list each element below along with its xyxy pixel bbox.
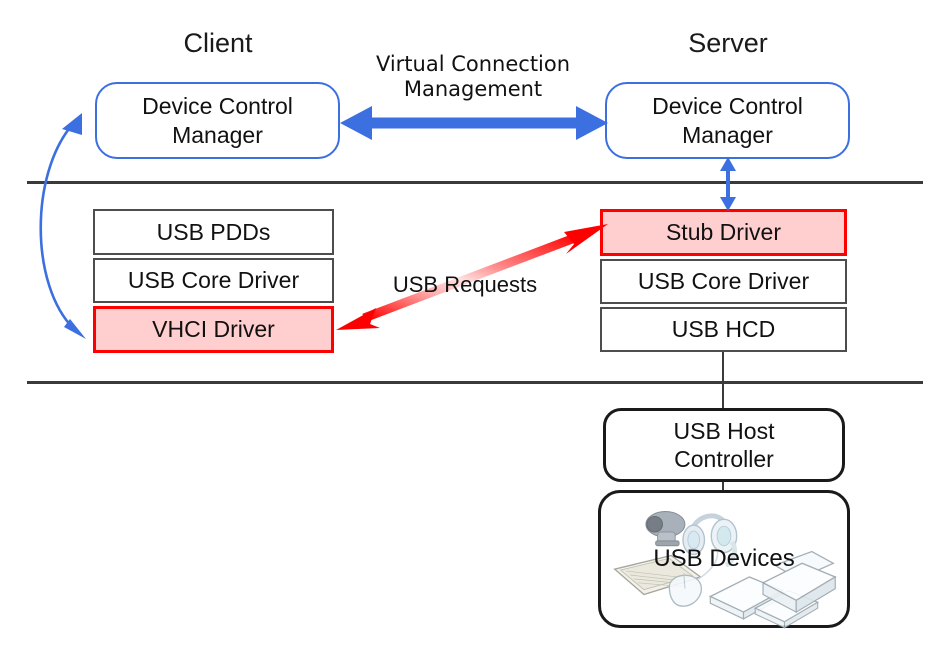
virtual-connection-label: Virtual Connection Management <box>338 52 608 102</box>
client-stack-usb-pdds[interactable]: USB PDDs <box>93 209 334 255</box>
virtual-connection-line2: Management <box>403 77 543 102</box>
server-stack-label-0: Stub Driver <box>665 219 782 245</box>
diagram-canvas: Client Server Device Control Manager Dev… <box>0 0 950 648</box>
client-stack-usb-core-driver[interactable]: USB Core Driver <box>93 258 334 303</box>
server-dcm-line1: Device Control <box>652 93 803 120</box>
client-title: Client <box>183 28 253 58</box>
server-stack-stub-driver[interactable]: Stub Driver <box>600 209 847 256</box>
virtual-connection-line1: Virtual Connection <box>375 52 571 76</box>
server-stack-usb-core-driver[interactable]: USB Core Driver <box>600 259 847 304</box>
server-stack-usb-hcd[interactable]: USB HCD <box>600 307 847 352</box>
usb-requests-label: USB Requests <box>392 272 538 297</box>
divider-lower <box>27 381 923 384</box>
client-device-control-manager[interactable]: Device Control Manager <box>95 82 340 159</box>
virtual-connection-arrow <box>340 106 608 140</box>
server-title: Server <box>688 28 768 58</box>
server-manager-stub-arrow <box>720 157 736 211</box>
usb-devices-label: USB Devices <box>653 545 795 573</box>
client-stack-label-1: USB Core Driver <box>127 267 300 293</box>
client-stack-vhci-driver[interactable]: VHCI Driver <box>93 306 334 353</box>
client-dcm-line1: Device Control <box>142 93 293 120</box>
client-stack-label-2: VHCI Driver <box>152 316 275 342</box>
usb-host-controller[interactable]: USB Host Controller <box>603 408 845 482</box>
client-dcm-line2: Manager <box>172 121 263 148</box>
webcam-icon <box>645 511 686 547</box>
server-stack-label-1: USB Core Driver <box>637 268 810 294</box>
server-dcm-line2: Manager <box>682 121 773 148</box>
hcd-to-host-controller-line <box>722 352 724 408</box>
divider-upper <box>27 181 923 184</box>
server-device-control-manager[interactable]: Device Control Manager <box>605 82 850 159</box>
usb-devices[interactable]: USB Devices <box>598 490 850 629</box>
client-stack-label-0: USB PDDs <box>156 218 271 245</box>
server-stack-label-2: USB HCD <box>671 316 776 342</box>
usb-host-controller-line1: USB Host <box>673 417 775 444</box>
external-drive-icon <box>708 576 785 620</box>
client-manager-vhci-curved-arrow <box>39 113 86 339</box>
usb-host-controller-line2: Controller <box>674 446 774 472</box>
external-drive-2-icon <box>753 589 820 629</box>
